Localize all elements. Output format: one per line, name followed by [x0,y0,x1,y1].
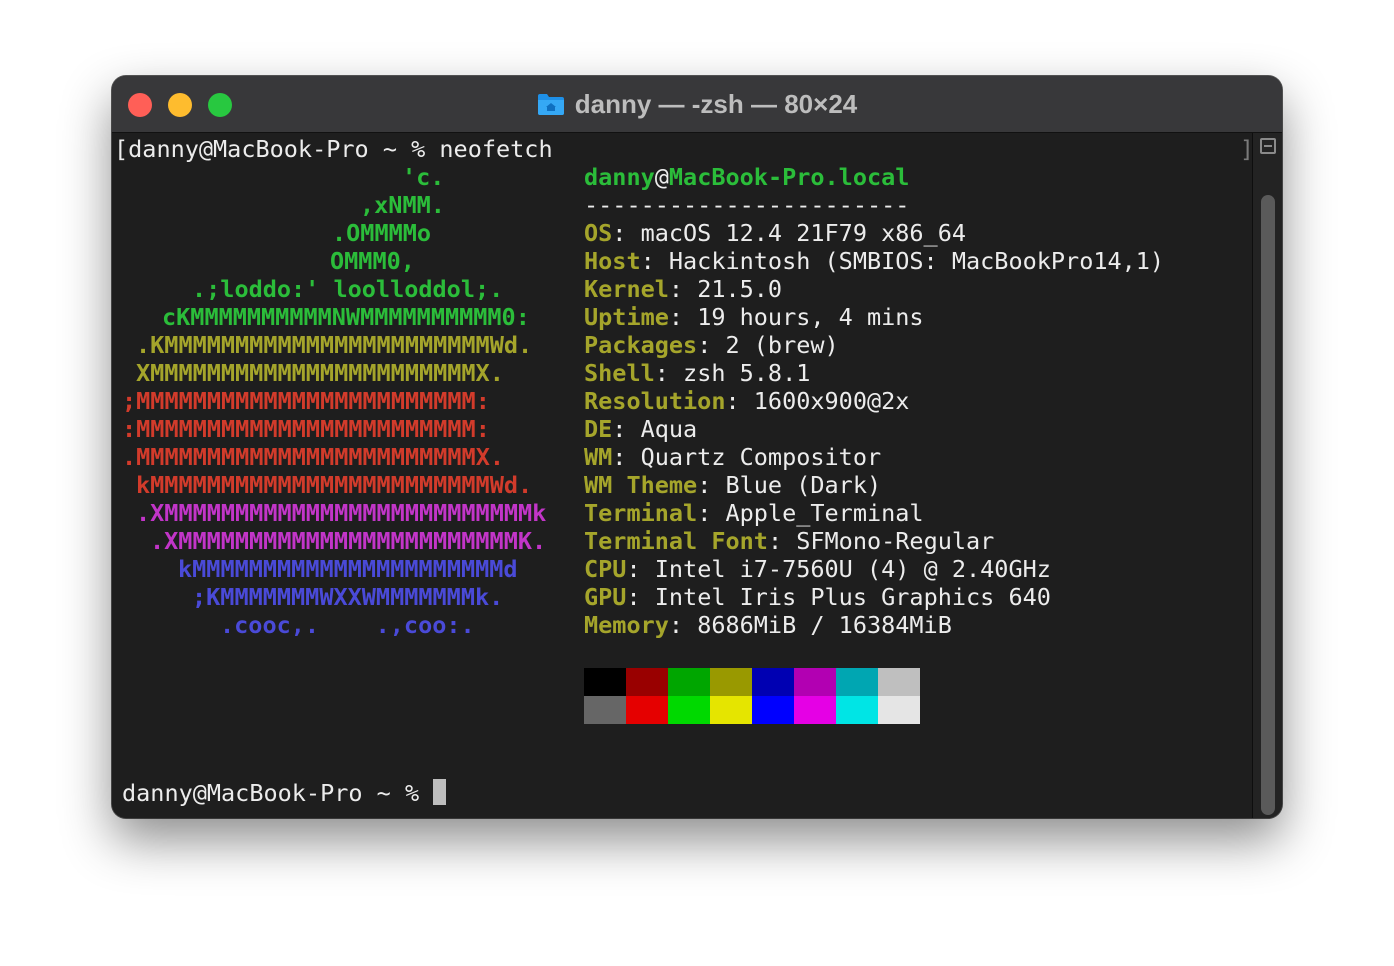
info-value: 19 hours, 4 mins [697,303,924,331]
window-title: danny — -zsh — 80×24 [112,76,1282,132]
info-label: Memory [584,611,669,639]
info-label: Kernel [584,275,669,303]
palette-swatch-normal [836,668,878,696]
info-value: Quartz Compositor [640,443,882,471]
info-label: Shell [584,359,655,387]
palette-swatch-bright [836,696,878,724]
palette-swatch-bright [668,696,710,724]
terminal-content[interactable]: [danny@MacBook-Pro ~ % neofetch ] 'c. ,xN… [112,133,1254,818]
split-pane-icon[interactable] [1260,138,1276,154]
info-row: Terminal Font: SFMono-Regular [584,527,995,555]
info-value: 1600x900@2x [753,387,910,415]
info-value: SFMono-Regular [796,527,995,555]
palette-swatch-bright [626,696,668,724]
info-value: Aqua [640,415,698,443]
info-row: DE: Aqua [584,415,698,443]
logo-line: ,xNMM. [360,191,445,219]
info-value: Blue (Dark) [725,471,882,499]
logo-line: .cooc,. .,coo:. [220,611,475,639]
palette-swatch-normal [710,668,752,696]
info-row: Shell: zsh 5.8.1 [584,359,811,387]
palette-swatch-bright [710,696,752,724]
info-row: Kernel: 21.5.0 [584,275,783,303]
palette-swatch-bright [752,696,794,724]
info-value: zsh 5.8.1 [683,359,811,387]
logo-line: .XMMMMMMMMMMMMMMMMMMMMMMMMK. [150,527,547,555]
window-title-text: danny — -zsh — 80×24 [574,88,858,119]
logo-line: ;MMMMMMMMMMMMMMMMMMMMMMMM: [122,387,490,415]
palette-swatch-bright [584,696,626,724]
palette-swatch-normal [878,668,920,696]
info-value: macOS 12.4 21F79 x86_64 [640,219,967,247]
info-label: OS [584,219,613,247]
info-label: Terminal [584,499,698,527]
info-label: Packages [584,331,698,359]
info-row: Resolution: 1600x900@2x [584,387,910,415]
info-row: Memory: 8686MiB / 16384MiB [584,611,952,639]
info-value: 21.5.0 [697,275,783,303]
palette-swatch-normal [794,668,836,696]
logo-line: kMMMMMMMMMMMMMMMMMMMMMMMMWd. [136,471,533,499]
info-label: DE [584,415,613,443]
info-label: CPU [584,555,627,583]
info-row: Host: Hackintosh (SMBIOS: MacBookPro14,1… [584,247,1165,275]
info-row: Packages: 2 (brew) [584,331,839,359]
logo-line: OMMM0, [330,247,415,275]
info-label: WM Theme [584,471,698,499]
logo-line: .;loddo:' loolloddol;. [192,275,504,303]
info-value: 2 (brew) [725,331,839,359]
info-label: Uptime [584,303,669,331]
logo-line: .KMMMMMMMMMMMMMMMMMMMMMMMWd. [136,331,533,359]
palette-swatch-bright [878,696,920,724]
info-value: Hackintosh (SMBIOS: MacBookPro14,1) [668,247,1165,275]
info-row: Terminal: Apple_Terminal [584,499,924,527]
info-row: WM: Quartz Compositor [584,443,882,471]
info-value: Intel i7-7560U (4) @ 2.40GHz [654,555,1051,583]
logo-line: 'c. [402,163,445,191]
info-value: Intel Iris Plus Graphics 640 [654,583,1051,611]
home-folder-icon [537,92,565,116]
logo-line: .XMMMMMMMMMMMMMMMMMMMMMMMMMMk [136,499,547,527]
info-label: Resolution [584,387,726,415]
title-bar[interactable]: danny — -zsh — 80×24 [112,76,1282,133]
palette-swatch-bright [794,696,836,724]
shell-prompt: danny@MacBook-Pro ~ % [122,779,447,807]
text-cursor [433,779,447,805]
info-label: GPU [584,583,627,611]
logo-line: ;KMMMMMMMWXXWMMMMMMMk. [192,583,504,611]
info-value: 8686MiB / 16384MiB [697,611,952,639]
info-row: CPU: Intel i7-7560U (4) @ 2.40GHz [584,555,1051,583]
info-label: Terminal Font [584,527,768,555]
palette-swatch-normal [584,668,626,696]
palette-swatch-normal [668,668,710,696]
info-label: WM [584,443,613,471]
logo-line: :MMMMMMMMMMMMMMMMMMMMMMMM: [122,415,490,443]
scrollbar-thumb[interactable] [1261,195,1275,815]
info-label: Host [584,247,641,275]
info-row: OS: macOS 12.4 21F79 x86_64 [584,219,967,247]
info-row: GPU: Intel Iris Plus Graphics 640 [584,583,1051,611]
palette-swatch-normal [752,668,794,696]
terminal-window: danny — -zsh — 80×24 [danny@MacBook-Pro … [112,76,1282,818]
info-value: Apple_Terminal [725,499,924,527]
scrollbar[interactable] [1252,133,1282,818]
logo-line: .MMMMMMMMMMMMMMMMMMMMMMMMX. [122,443,505,471]
info-row: WM Theme: Blue (Dark) [584,471,882,499]
command-line: [danny@MacBook-Pro ~ % neofetch [114,135,553,163]
palette-swatch-normal [626,668,668,696]
logo-line: cKMMMMMMMMMMNWMMMMMMMMMM0: [162,303,530,331]
logo-line: .OMMMMo [332,219,432,247]
info-divider: ----------------------- [584,191,910,219]
info-header: danny@MacBook-Pro.local [584,163,910,191]
logo-line: kMMMMMMMMMMMMMMMMMMMMMMd [178,555,518,583]
logo-line: XMMMMMMMMMMMMMMMMMMMMMMMX. [136,359,504,387]
info-row: Uptime: 19 hours, 4 mins [584,303,924,331]
